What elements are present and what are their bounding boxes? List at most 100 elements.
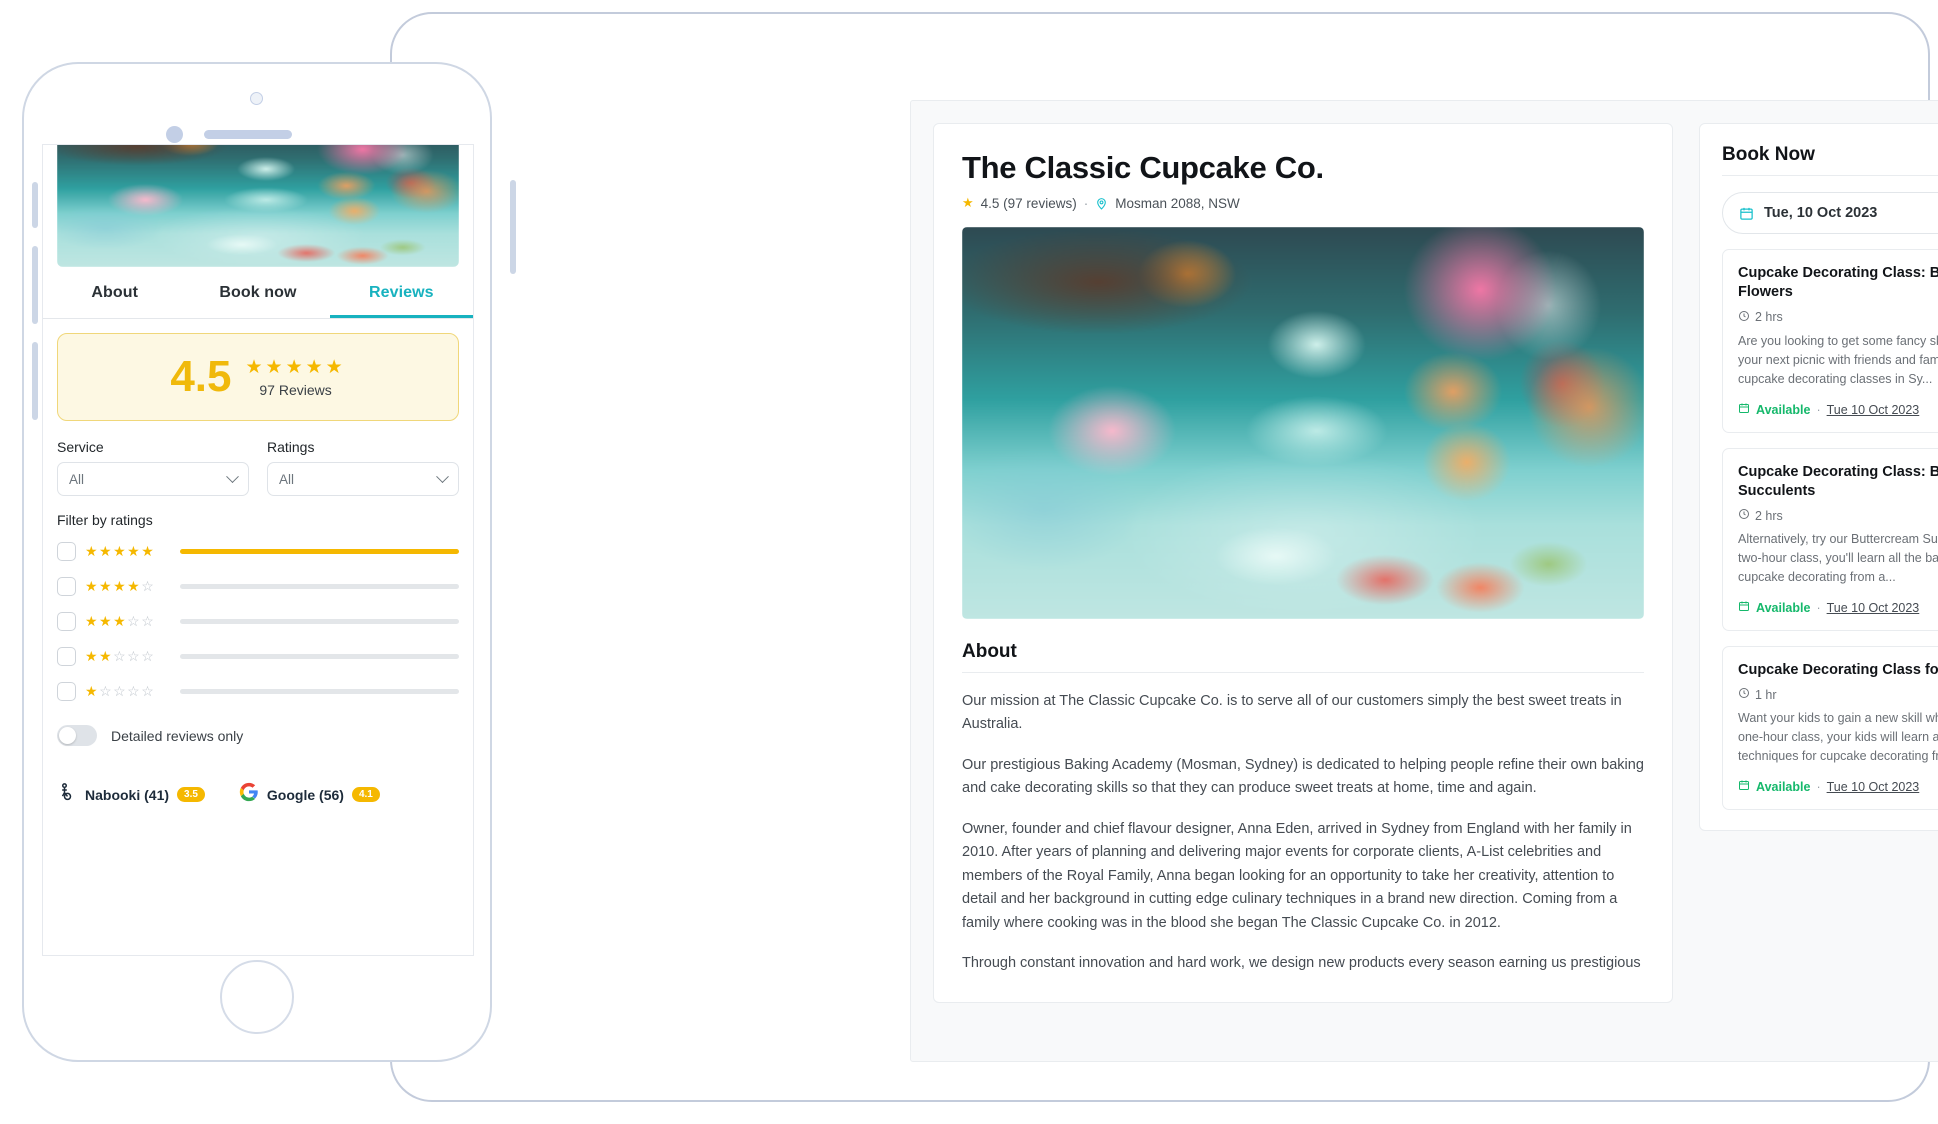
rating-checkbox-2[interactable] [57,647,76,666]
booking-card-description: Want your kids to gain a new skill while… [1738,711,1938,764]
meta-separator: · [1083,195,1089,211]
availability-status: Available [1756,402,1811,417]
availability-status: Available [1756,601,1811,616]
rating-bar-5 [180,549,459,554]
booking-card[interactable]: Cupcake Decorating Class: Buttercream Su… [1722,447,1938,632]
business-meta: ★ 4.5 (97 reviews) · Mosman 2088, NSW [962,195,1644,211]
rating-filter-row[interactable]: ★★★☆☆ [57,604,459,639]
booking-card[interactable]: Cupcake Decorating Class: Buttercream Fl… [1722,249,1938,433]
booking-date[interactable]: Tue 10 Oct 2023 [1827,403,1920,417]
calendar-small-icon [1738,401,1750,419]
phone-sensor-icon [166,126,183,143]
rating-filter-list: ★★★★★ ★★★★☆ ★★★☆☆ ★★☆☆☆ ★☆☆☆☆ [57,534,459,709]
footer-separator: · [1816,601,1821,616]
rating-bar-1 [180,689,459,694]
phone-speaker-grill [204,130,292,139]
ratings-filter: Ratings All [267,439,459,496]
ratings-filter-label: Ratings [267,439,315,455]
service-select[interactable]: All [57,462,249,496]
review-sources: Nabooki (41) 3.5 Google (56) 4.1 [57,782,459,817]
phone-volume-up-button[interactable] [32,246,38,324]
booking-date[interactable]: Tue 10 Oct 2023 [1827,780,1920,794]
clock-icon [1738,687,1750,702]
phone-device-frame: About Book now Reviews 4.5 ★★★★★ 97 Revi… [22,62,516,1062]
filter-by-ratings-label: Filter by ratings [57,512,153,528]
rating-bar-4 [180,584,459,589]
nabooki-icon [57,782,77,807]
rating-text: 4.5 (97 reviews) [980,195,1077,211]
selected-date: Tue, 10 Oct 2023 [1764,205,1878,221]
about-paragraph: Our prestigious Baking Academy (Mosman, … [962,756,1644,797]
detailed-reviews-toggle[interactable] [57,725,97,746]
filter-row: Service All Ratings All [57,439,459,496]
rating-summary-box: 4.5 ★★★★★ 97 Reviews [57,333,459,421]
booking-card[interactable]: Cupcake Decorating Class for Kids 1 hr W… [1722,646,1938,811]
booking-card-title: Cupcake Decorating Class: Buttercream Su… [1738,463,1938,499]
rating-bar-3 [180,619,459,624]
tab-reviews[interactable]: Reviews [330,267,473,318]
phone-volume-down-button[interactable] [32,342,38,420]
rating-filter-row[interactable]: ★★★★★ [57,534,459,569]
booking-date[interactable]: Tue 10 Oct 2023 [1827,601,1920,615]
clock-icon [1738,508,1750,523]
book-now-panel: Book Now Tue, 10 Oct 2023 Cupcake Decora… [1699,123,1938,832]
desktop-layout: The Classic Cupcake Co. ★ 4.5 (97 review… [911,101,1938,1025]
book-now-heading: Book Now [1722,144,1938,176]
availability-status: Available [1756,780,1811,795]
rating-checkbox-5[interactable] [57,542,76,561]
rating-detail: ★★★★★ 97 Reviews [246,356,346,398]
business-detail-panel: The Classic Cupcake Co. ★ 4.5 (97 review… [933,123,1673,1003]
booking-card-footer: Available · Tue 10 Oct 2023 $28.00 [1738,599,1938,617]
source-badge: 4.1 [351,787,380,802]
rating-checkbox-4[interactable] [57,577,76,596]
date-selector[interactable]: Tue, 10 Oct 2023 [1722,192,1938,234]
location-pin-icon [1095,197,1108,210]
tablet-screen: The Classic Cupcake Co. ★ 4.5 (97 review… [910,100,1938,1062]
ratings-select-value: All [279,471,295,487]
about-paragraph: Owner, founder and chief flavour designe… [962,820,1632,931]
booking-card-description: Are you looking to get some fancy skills… [1738,333,1938,386]
rating-count: 97 Reviews [259,382,332,398]
rating-filter-row[interactable]: ★★☆☆☆ [57,639,459,674]
clock-icon [1738,310,1750,325]
stars-2-icon: ★★☆☆☆ [85,648,156,664]
booking-card-footer: Available · Tue 10 Oct 2023 From $10.00 [1738,778,1938,796]
phone-power-button[interactable] [510,180,516,274]
service-select-value: All [69,471,85,487]
source-name: Google (56) [266,786,344,803]
booking-card-duration: 1 hr [1738,687,1938,702]
detailed-reviews-toggle-row[interactable]: Detailed reviews only [57,725,459,746]
google-icon [239,782,259,807]
phone-mute-switch[interactable] [32,182,38,228]
about-heading: About [962,641,1644,673]
rating-checkbox-1[interactable] [57,682,76,701]
footer-separator: · [1816,402,1821,417]
mobile-hero-image [43,145,473,267]
booking-card-title: Cupcake Decorating Class: Buttercream Fl… [1738,265,1938,301]
booking-card-description: Alternatively, try our Buttercream Succu… [1738,532,1938,585]
rating-checkbox-3[interactable] [57,612,76,631]
star-icon: ★ [962,195,974,210]
about-paragraph: Our mission at The Classic Cupcake Co. i… [962,693,1622,733]
toggle-knob [59,727,76,744]
tab-book-now[interactable]: Book now [186,267,329,318]
stars-1-icon: ★☆☆☆☆ [85,683,156,699]
screenshot-root: The Classic Cupcake Co. ★ 4.5 (97 review… [0,0,1938,1124]
source-google[interactable]: Google (56) 4.1 [239,782,380,807]
calendar-small-icon [1738,599,1750,617]
tab-about[interactable]: About [43,267,186,318]
stars-4-icon: ★★★★☆ [85,578,156,594]
phone-home-button[interactable] [220,960,294,1034]
stars-5-icon: ★★★★★ [85,543,156,559]
rating-filter-row[interactable]: ★★★★☆ [57,569,459,604]
source-nabooki[interactable]: Nabooki (41) 3.5 [57,782,205,807]
rating-stars-icon: ★★★★★ [245,357,346,378]
rating-filter-row[interactable]: ★☆☆☆☆ [57,674,459,709]
reviews-panel: 4.5 ★★★★★ 97 Reviews Service All Ratings… [43,319,473,817]
business-hero-image [962,227,1644,619]
service-filter: Service All [57,439,249,496]
calendar-icon [1739,206,1754,221]
tablet-device-frame: The Classic Cupcake Co. ★ 4.5 (97 review… [390,12,1938,1102]
ratings-select[interactable]: All [267,462,459,496]
chevron-down-icon [436,469,449,483]
